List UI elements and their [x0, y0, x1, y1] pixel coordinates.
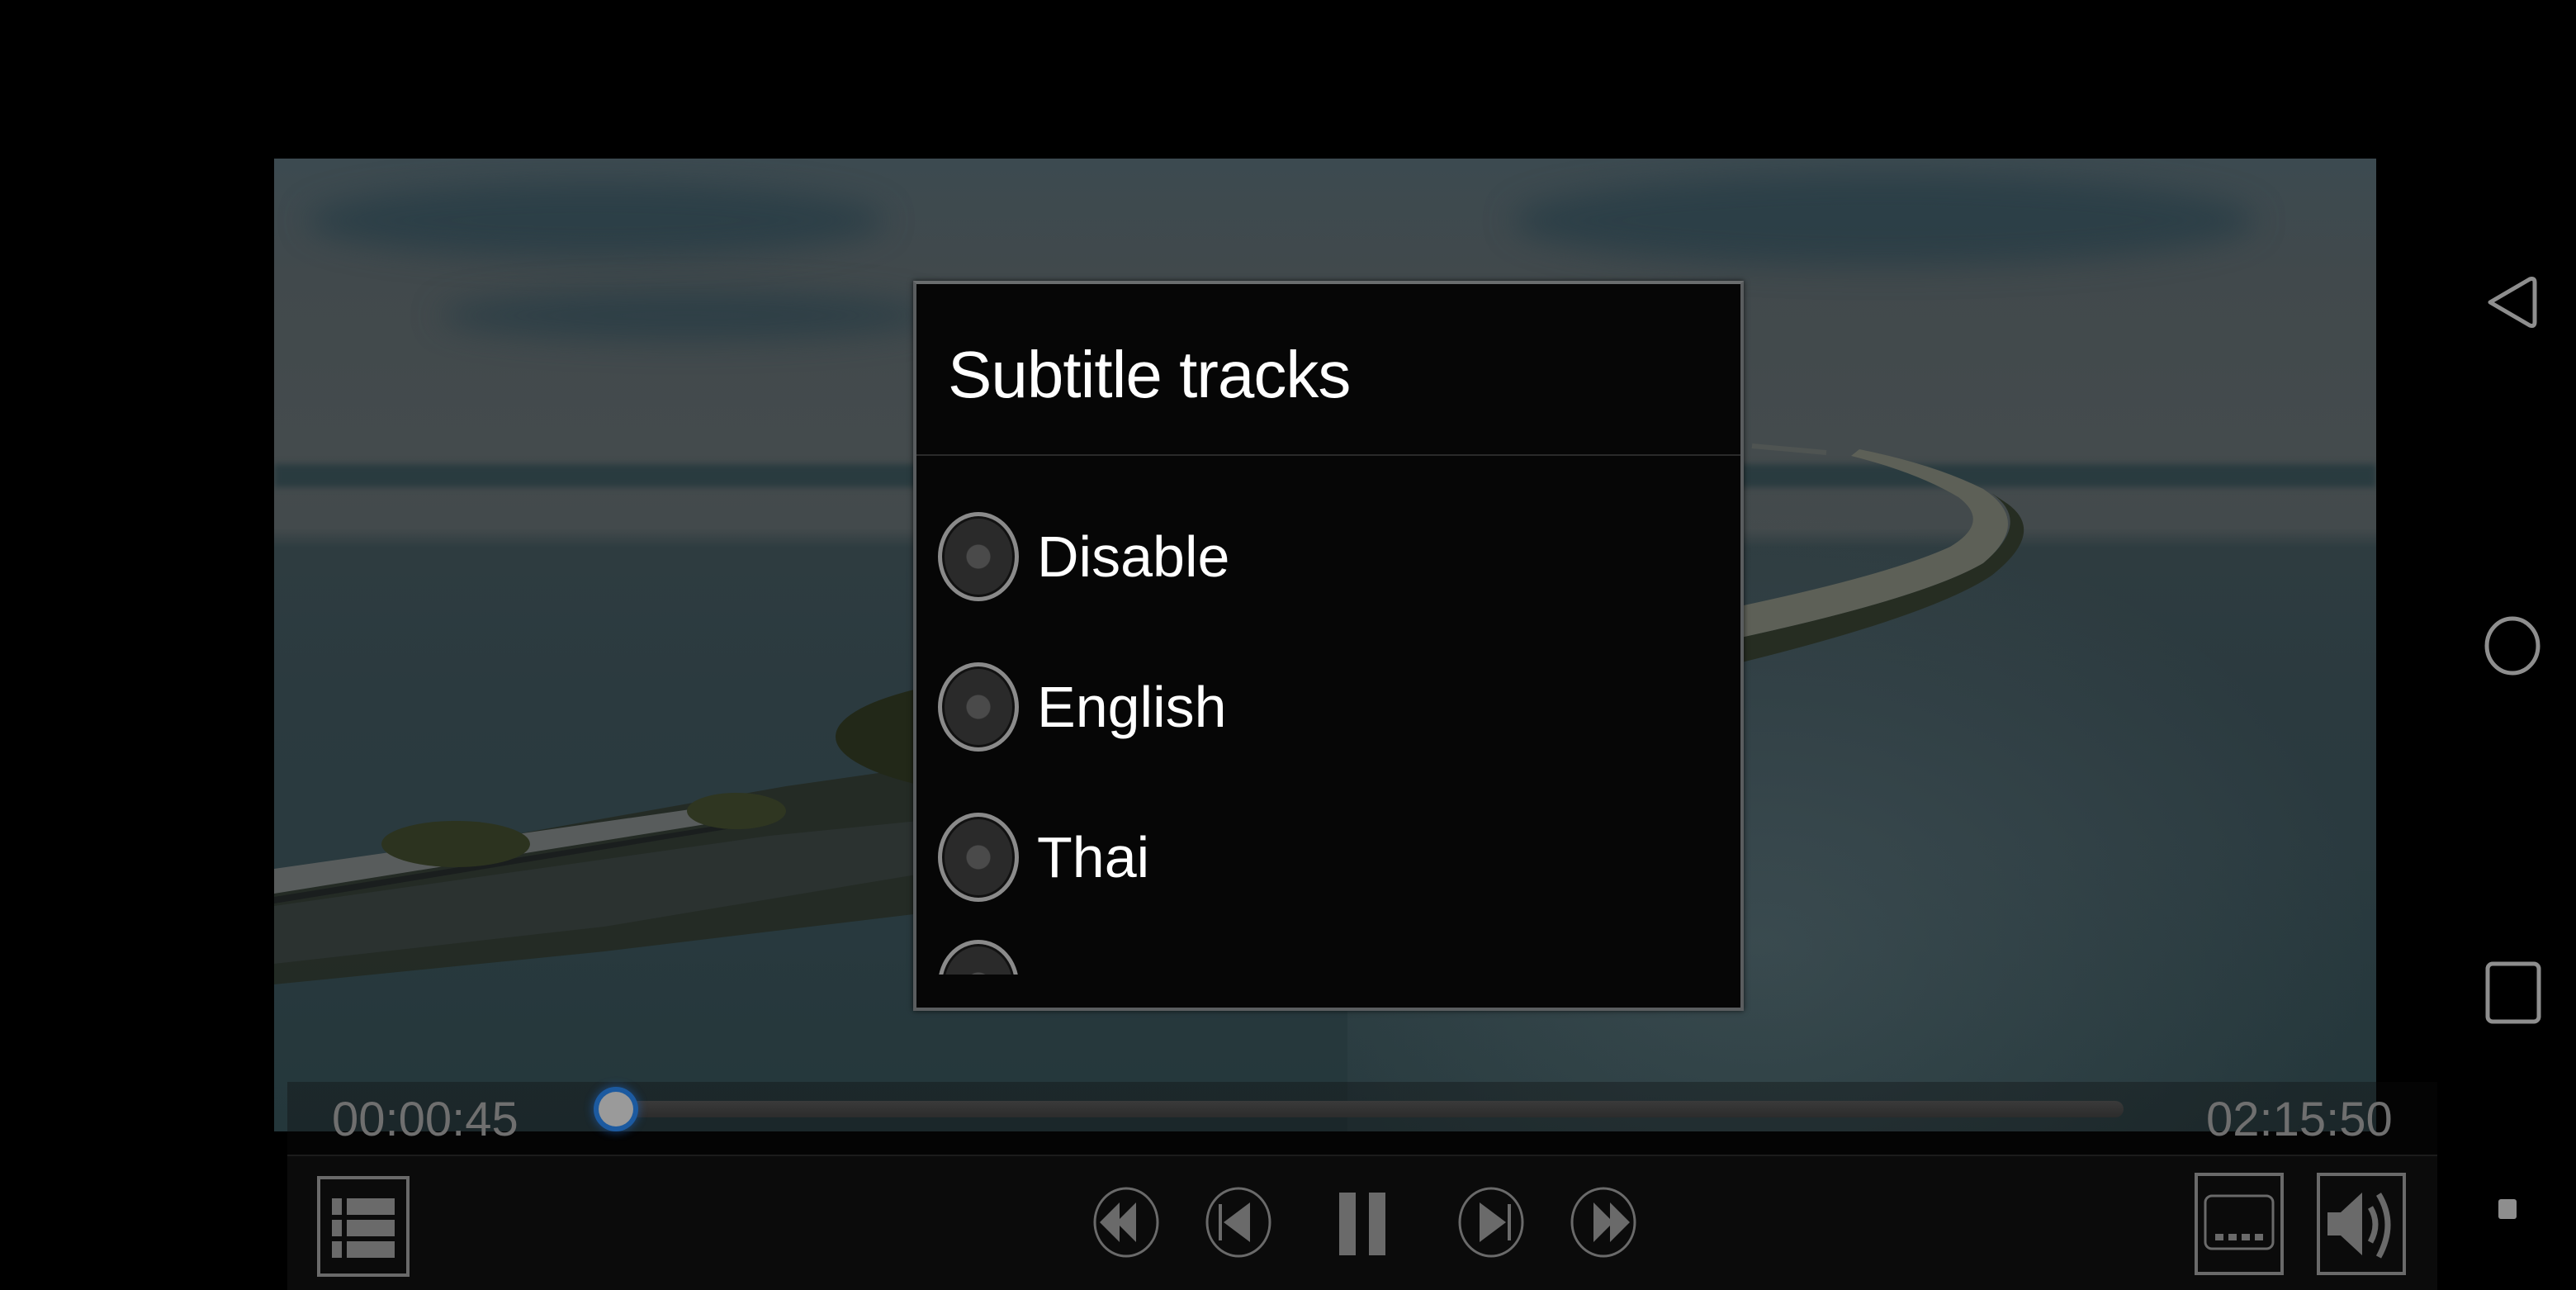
playlist-button[interactable]: [317, 1176, 410, 1277]
volume-icon: [2327, 1193, 2391, 1259]
radio-button[interactable]: [938, 512, 1019, 601]
subtitle-option-partial[interactable]: [916, 933, 1740, 975]
subtitle-track-list[interactable]: Disable English Thai: [916, 458, 1740, 1008]
total-duration: 02:15:50: [2206, 1093, 2393, 1146]
radio-button[interactable]: [938, 662, 1019, 752]
subtitle-option-disable[interactable]: Disable: [916, 482, 1740, 631]
fast-forward-button[interactable]: [1569, 1186, 1638, 1259]
fast-forward-icon: [1570, 1187, 1636, 1258]
indicator-icon: [2498, 1199, 2517, 1219]
option-label: English: [1037, 675, 1227, 739]
skip-next-icon: [1458, 1187, 1524, 1258]
subtitle-option-thai[interactable]: Thai: [916, 783, 1740, 932]
radio-button[interactable]: [938, 813, 1019, 902]
recents-icon[interactable]: [2485, 961, 2541, 1024]
dialog-divider: [916, 454, 1740, 456]
next-button[interactable]: [1456, 1186, 1526, 1259]
option-label: Thai: [1037, 825, 1150, 889]
subtitles-button[interactable]: [2195, 1173, 2284, 1275]
skip-previous-icon: [1205, 1187, 1271, 1258]
option-label: Disable: [1037, 524, 1230, 589]
playlist-icon: [332, 1198, 395, 1258]
pause-icon: [1339, 1193, 1385, 1255]
subtitle-option-english[interactable]: English: [916, 633, 1740, 781]
dialog-title: Subtitle tracks: [948, 338, 1351, 411]
rewind-button[interactable]: [1091, 1186, 1161, 1259]
elapsed-time: 00:00:45: [332, 1093, 519, 1146]
back-icon[interactable]: [2485, 269, 2538, 335]
subtitle-tracks-dialog: Subtitle tracks Disable English Thai: [913, 281, 1744, 1011]
rewind-icon: [1093, 1187, 1159, 1258]
seek-bar[interactable]: [608, 1101, 2124, 1117]
radio-button[interactable]: [938, 940, 1019, 975]
home-icon[interactable]: [2484, 614, 2541, 677]
pause-button[interactable]: [1333, 1186, 1392, 1259]
subtitles-icon: [2204, 1194, 2275, 1250]
seek-thumb[interactable]: [599, 1092, 634, 1126]
previous-button[interactable]: [1204, 1186, 1273, 1259]
audio-track-button[interactable]: [2317, 1173, 2406, 1275]
